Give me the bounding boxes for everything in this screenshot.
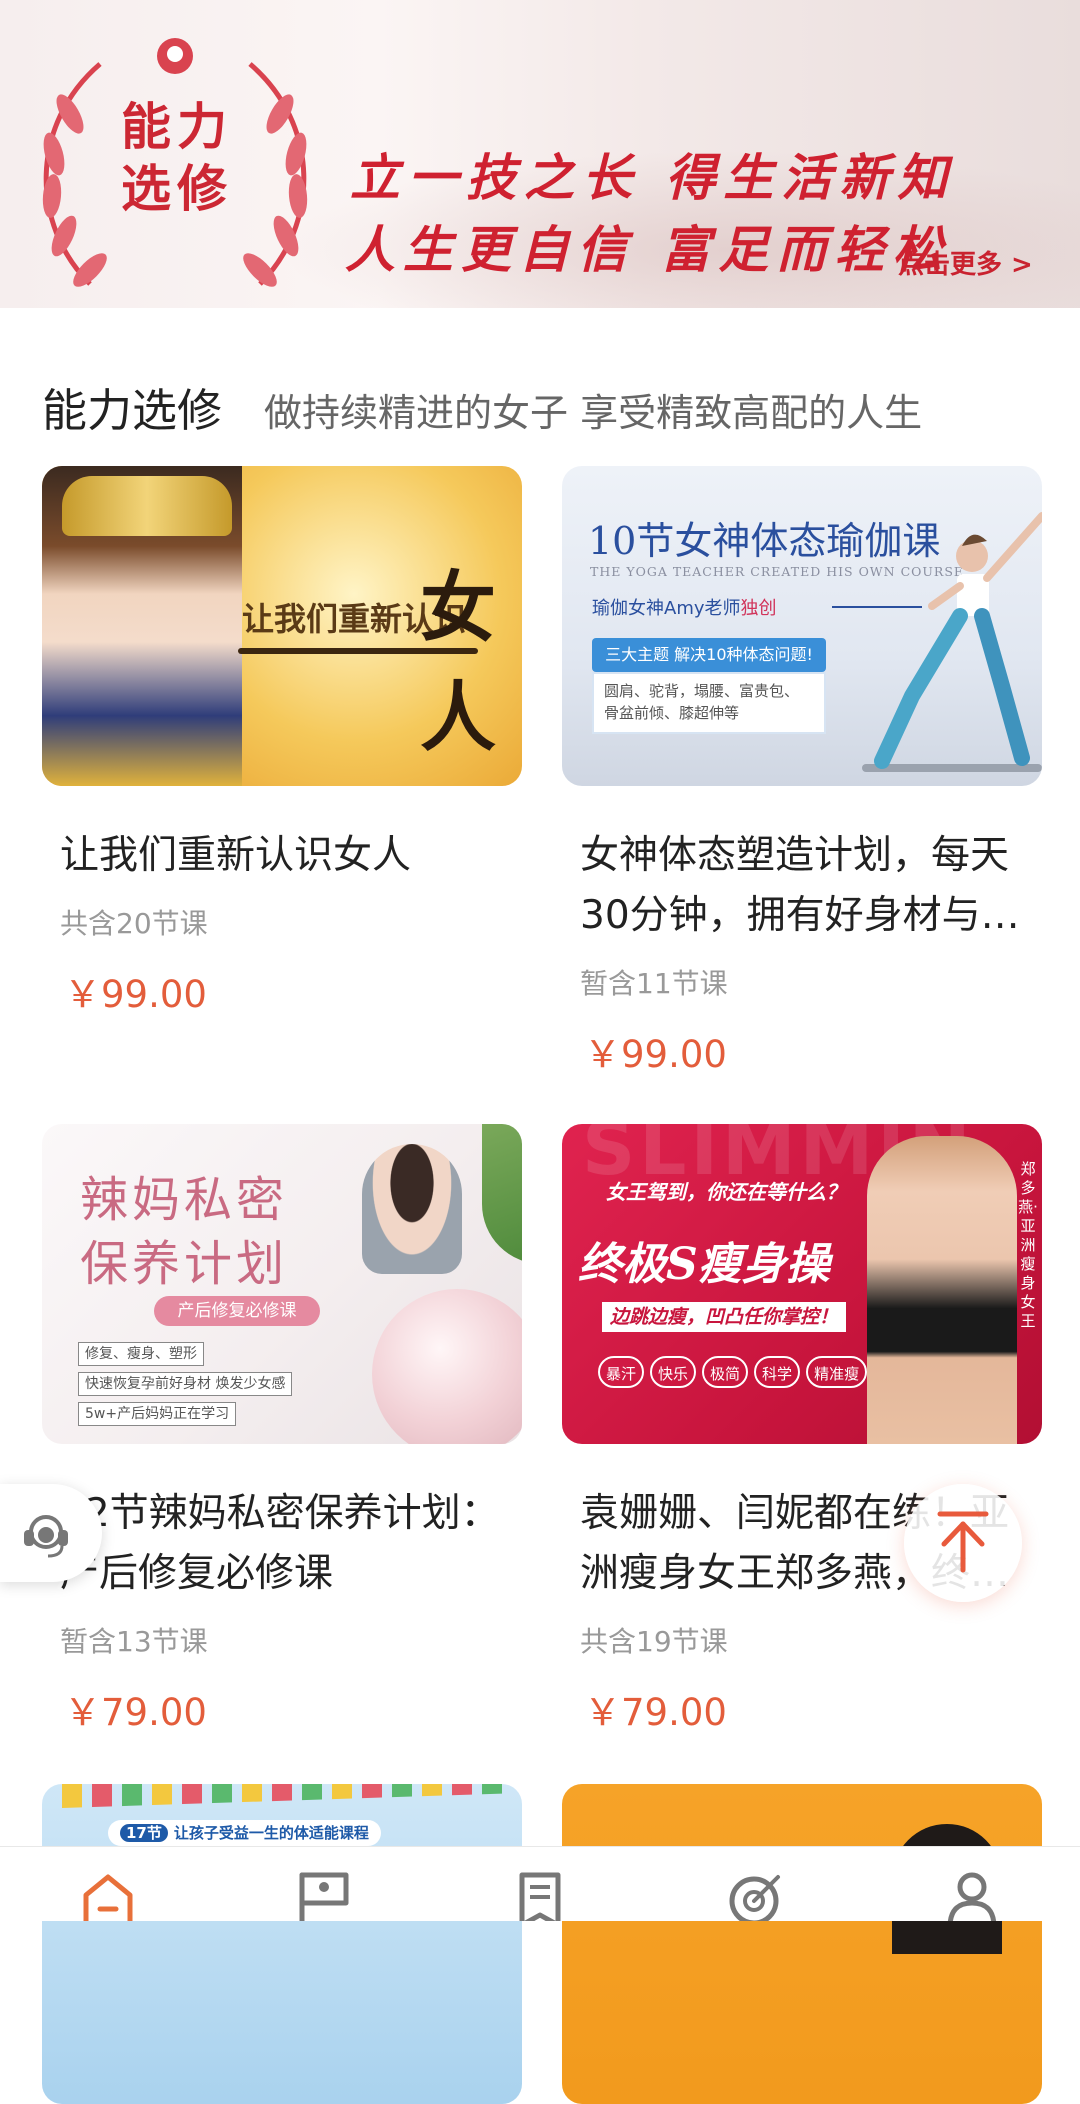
woman-image: [362, 1144, 462, 1274]
thumbnail-label: 17节 让孩子受益一生的体适能课程: [108, 1820, 381, 1846]
exercise-ball-image: [372, 1289, 522, 1444]
thumbnail-question: 女王驾到，你还在等什么？: [606, 1180, 846, 1204]
customer-service-button[interactable]: [0, 1484, 102, 1582]
headline-line-1: 辣妈私密: [80, 1172, 289, 1228]
lesson-count: 共含19节课: [580, 1625, 728, 1658]
yoga-pose-image: [862, 512, 1042, 772]
course-price: ￥79.00: [64, 1691, 207, 1734]
course-price: ￥99.00: [584, 1033, 727, 1076]
teacher-name: 瑜伽女神Amy老师: [592, 598, 741, 619]
lesson-badge: 17节: [120, 1824, 168, 1842]
thumbnail-chips: 暴汗 快乐 极简 科学 精准瘦: [598, 1356, 868, 1388]
home-icon: [83, 1874, 133, 1921]
thumbnail-label-text: 让孩子受益一生的体适能课程: [173, 1824, 369, 1842]
course-card[interactable]: 辣妈私密 保养计划 产后修复必修课 修复、瘦身、塑形 快速恢复孕前好身材 焕发少…: [42, 1124, 522, 1736]
banner-more-link[interactable]: 点击更多 >: [898, 244, 1033, 281]
thumbnail-headline: 终极S瘦身操: [578, 1239, 830, 1290]
badge-line-2: 选修: [121, 159, 233, 218]
course-thumbnail[interactable]: SLIMMIN 女王驾到，你还在等什么？ 终极S瘦身操 边跳边瘦，凹凸任你掌控！…: [562, 1124, 1042, 1444]
thumbnail-tag: 修复、瘦身、塑形: [78, 1342, 204, 1366]
course-thumbnail[interactable]: 10节女神体态瑜伽课 THE YOGA TEACHER CREATED HIS …: [562, 466, 1042, 786]
tab-target[interactable]: [716, 1869, 796, 1921]
section-title: 能力选修: [42, 384, 223, 437]
section-subtitle: 做持续精进的女子 享受精致高配的人生: [264, 391, 923, 435]
bunting-flags: [62, 1784, 502, 1808]
course-thumbnail[interactable]: 辣妈私密 保养计划 产后修复必修课 修复、瘦身、塑形 快速恢复孕前好身材 焕发少…: [42, 1124, 522, 1444]
thumbnail-subline: 边跳边瘦，凹凸任你掌控！: [602, 1302, 846, 1332]
thumbnail-problems-box: 圆肩、驼背，塌腰、富贵包、 骨盆前倾、膝超伸等: [592, 672, 826, 734]
promo-banner[interactable]: 能力 选修 立一技之长 得生活新知 人生更自信 富足而轻松 点击更多 >: [0, 0, 1080, 308]
brush-stroke: [238, 648, 478, 654]
tab-flag[interactable]: [284, 1869, 364, 1921]
thumbnail-teacher: 瑜伽女神Amy老师独创: [592, 594, 777, 620]
bottom-tab-bar: [0, 1846, 1080, 1921]
badge-line-1: 能力: [121, 97, 233, 156]
headdress-image: [62, 476, 232, 536]
thumbnail-chip: 科学: [754, 1356, 801, 1388]
course-thumbnail[interactable]: 17节 让孩子受益一生的体适能课程: [42, 1784, 522, 2104]
teacher-tag: 独创: [740, 598, 777, 619]
flag-icon: [299, 1872, 349, 1921]
thumbnail-chip: 精准瘦: [806, 1356, 868, 1388]
course-price: ￥99.00: [64, 973, 207, 1016]
thumbnail-chip: 暴汗: [598, 1356, 645, 1388]
course-card[interactable]: 17节 让孩子受益一生的体适能课程: [42, 1784, 522, 2104]
banner-slogan-line-1: 立一技之长 得生活新知: [350, 148, 956, 207]
target-icon: [729, 1875, 780, 1921]
problems-line-1: 圆肩、驼背，塌腰、富贵包、: [604, 682, 800, 700]
problems-line-2: 骨盆前倾、膝超伸等: [604, 704, 740, 722]
headset-icon: [24, 1515, 68, 1558]
thumbnail-vertical-caption: 郑多燕·亚洲瘦身女王: [1018, 1160, 1038, 1330]
course-title[interactable]: 让我们重新认识女人: [60, 826, 504, 886]
thumbnail-tag: 快速恢复孕前好身材 焕发少女感: [78, 1372, 293, 1396]
banner-badge-text: 能力 选修: [72, 96, 282, 220]
tab-profile[interactable]: [932, 1869, 1012, 1921]
banner-slogan-line-2: 人生更自信 富足而轻松: [345, 220, 951, 279]
back-to-top-button[interactable]: [904, 1484, 1022, 1602]
lesson-count: 共含20节课: [60, 907, 208, 940]
list-icon: [519, 1872, 561, 1921]
user-icon: [947, 1872, 997, 1921]
arrow-up-icon: [937, 1511, 989, 1573]
tab-home[interactable]: [68, 1869, 148, 1921]
lesson-count: 暂含13节课: [60, 1625, 208, 1658]
thumbnail-big-text: 女人: [420, 563, 496, 762]
thumbnail-pill: 三大主题 解决10种体态问题!: [592, 638, 826, 672]
headline-line-2: 保养计划: [80, 1236, 289, 1292]
thumbnail-ribbon: 产后修复必修课: [154, 1296, 320, 1326]
lesson-count: 暂含11节课: [580, 967, 728, 1000]
course-thumbnail[interactable]: 让我们重新认识 女人: [42, 466, 522, 786]
thumbnail-headline: 辣妈私密 保养计划: [80, 1168, 288, 1296]
thumbnail-chip: 快乐: [650, 1356, 697, 1388]
instructor-image: [867, 1136, 1017, 1444]
course-card[interactable]: SLIMMIN 女王驾到，你还在等什么？ 终极S瘦身操 边跳边瘦，凹凸任你掌控！…: [562, 1124, 1042, 1736]
plant-leaf-image: [482, 1124, 522, 1264]
course-price: ￥79.00: [584, 1691, 727, 1734]
course-card[interactable]: 让我们重新认识 女人 让我们重新认识女人 共含20节课 ￥99.00: [42, 466, 522, 1018]
course-thumbnail[interactable]: [562, 1784, 1042, 2104]
tab-list[interactable]: [500, 1869, 580, 1921]
thumbnail-tag: 5w+产后妈妈正在学习: [78, 1402, 237, 1426]
thumbnail-chip: 极简: [702, 1356, 749, 1388]
course-title[interactable]: 女神体态塑造计划，每天30分钟，拥有好身材与…: [580, 826, 1024, 946]
course-card[interactable]: [562, 1784, 1042, 2104]
course-title[interactable]: 12节辣妈私密保养计划：产后修复必修课: [60, 1484, 504, 1604]
course-card[interactable]: 10节女神体态瑜伽课 THE YOGA TEACHER CREATED HIS …: [562, 466, 1042, 1078]
